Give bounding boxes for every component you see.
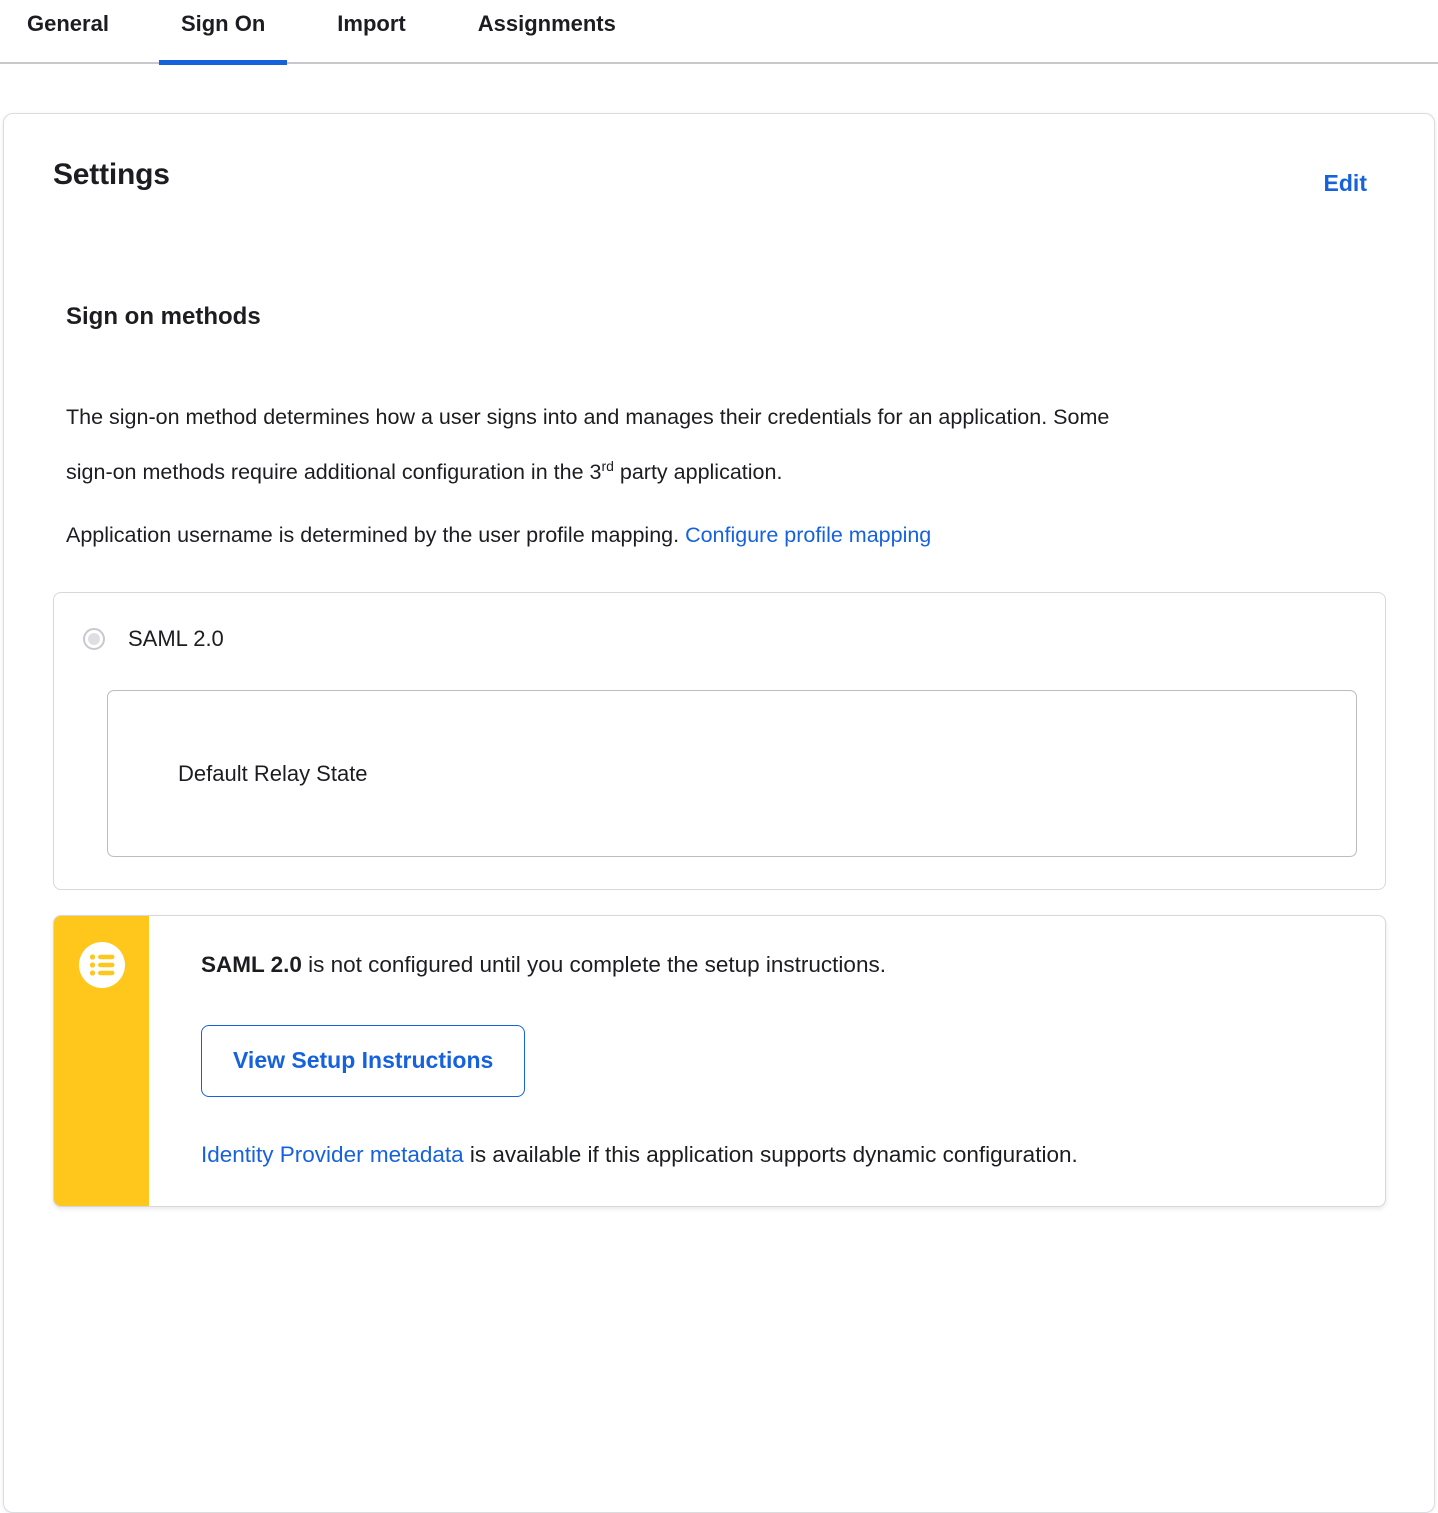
- tab-general[interactable]: General: [5, 9, 131, 63]
- warning-stripe: [54, 916, 149, 1206]
- configure-profile-mapping-link[interactable]: Configure profile mapping: [685, 523, 931, 547]
- metadata-line: Identity Provider metadata is available …: [201, 1140, 1345, 1170]
- callout-message-rest: is not configured until you complete the…: [301, 952, 886, 978]
- saml-panel: SAML 2.0 Default Relay State: [53, 592, 1386, 891]
- metadata-text: is available if this application support…: [463, 1141, 1078, 1167]
- saml-radio-row: SAML 2.0: [82, 626, 1357, 652]
- profile-mapping-line: Application username is determined by th…: [66, 520, 1386, 550]
- profile-mapping-text: Application username is determined by th…: [66, 523, 686, 548]
- callout-body: SAML 2.0 is not configured until you com…: [149, 916, 1385, 1206]
- callout-message: SAML 2.0 is not configured until you com…: [201, 950, 1345, 980]
- settings-card: Settings Edit Sign on methods The sign-o…: [3, 113, 1435, 1513]
- edit-link[interactable]: Edit: [1324, 170, 1367, 197]
- sign-on-methods-heading: Sign on methods: [66, 303, 261, 330]
- relay-state-box: Default Relay State: [107, 690, 1357, 858]
- page-title: Settings: [53, 158, 170, 191]
- tab-assignments[interactable]: Assignments: [456, 9, 638, 63]
- identity-provider-metadata-link[interactable]: Identity Provider metadata: [201, 1142, 464, 1167]
- tab-bar: General Sign On Import Assignments: [0, 0, 1438, 65]
- settings-card-header: Settings Edit: [53, 158, 1386, 197]
- ordinal-superscript: rd: [601, 458, 614, 474]
- warning-callout: SAML 2.0 is not configured until you com…: [53, 915, 1386, 1207]
- saml-radio-button[interactable]: [83, 628, 105, 651]
- saml-radio-label: SAML 2.0: [128, 626, 224, 652]
- list-icon: [78, 942, 125, 993]
- tab-sign-on[interactable]: Sign On: [158, 9, 288, 65]
- callout-message-strong: SAML 2.0: [201, 952, 302, 978]
- sign-on-description-end: party application.: [613, 460, 783, 485]
- sign-on-description-text: The sign-on method determines how a user…: [66, 405, 1110, 485]
- tab-import[interactable]: Import: [315, 9, 427, 63]
- view-setup-instructions-button[interactable]: View Setup Instructions: [201, 1025, 526, 1097]
- sign-on-description: The sign-on method determines how a user…: [66, 393, 1136, 497]
- relay-state-label: Default Relay State: [178, 760, 368, 786]
